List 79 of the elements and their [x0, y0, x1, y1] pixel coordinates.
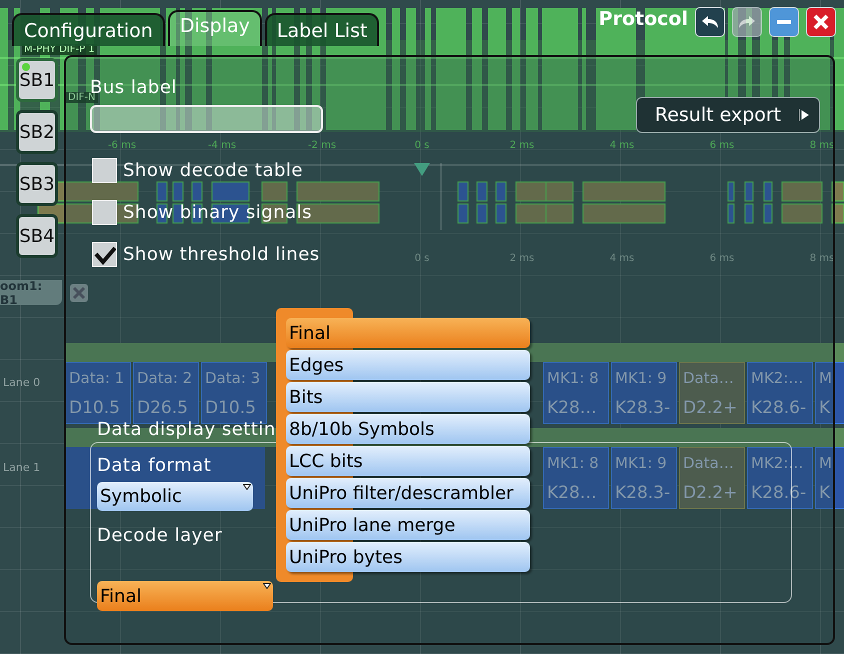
menu-item[interactable]: 8b/10b Symbols: [286, 414, 530, 444]
cell-value: K: [819, 398, 830, 418]
time-axis-label: 8 ms: [810, 253, 834, 264]
checkbox[interactable]: [92, 242, 117, 267]
cell-value: K28…: [547, 398, 597, 418]
undo-button[interactable]: [695, 7, 725, 37]
menu-item[interactable]: Edges: [286, 350, 530, 380]
cell-value: D26.5: [137, 398, 188, 418]
menu-item[interactable]: UniPro filter/descrambler: [286, 478, 530, 508]
checkbox[interactable]: [92, 158, 117, 183]
close-icon: [813, 14, 829, 30]
cell-value: K28.3-: [615, 482, 670, 502]
cell-label: MK1: 8: [547, 454, 599, 472]
decode-layer-label: Decode layer: [97, 525, 222, 546]
caret-icon: [243, 484, 251, 490]
bus-tab[interactable]: SB4: [16, 214, 58, 258]
checkbox-label[interactable]: Show binary signals: [123, 202, 312, 223]
caret-icon: [263, 583, 271, 589]
cell-label: M: [819, 368, 832, 386]
submenu-arrow-icon: [799, 109, 810, 121]
time-axis-label: 0 s: [414, 140, 430, 151]
time-axis-label: 2 ms: [510, 253, 534, 264]
menu-item[interactable]: Bits: [286, 382, 530, 412]
time-axis-label: 6 ms: [710, 140, 734, 151]
cell-value: K28.6-: [751, 398, 806, 418]
cell-value: K28.3-: [615, 398, 670, 418]
bus-tab[interactable]: SB2: [16, 110, 58, 154]
cell-label: Data: 2: [137, 368, 192, 386]
cell-value: D10.5: [69, 398, 120, 418]
tab[interactable]: Label List: [264, 13, 380, 46]
menu-item[interactable]: Final: [286, 318, 530, 348]
cell-label: Data…: [683, 454, 734, 472]
menu-item[interactable]: UniPro lane merge: [286, 510, 530, 540]
lane-label: Lane 0: [3, 376, 40, 389]
minimize-button[interactable]: [769, 7, 799, 37]
cell-label: Data: 3: [205, 368, 260, 386]
cell-label: MK1: 8: [547, 368, 599, 386]
cell-label: MK1: 9: [615, 368, 667, 386]
checkbox-label[interactable]: Show threshold lines: [123, 244, 320, 265]
cell-value: K28…: [547, 482, 597, 502]
group-title: Data display settin: [97, 419, 276, 440]
bus-tab[interactable]: SB3: [16, 162, 58, 206]
close-button[interactable]: [806, 7, 836, 37]
cell-value: D2.2+: [683, 398, 738, 418]
result-export-button[interactable]: Result export: [636, 97, 820, 133]
cell-label: M: [819, 454, 832, 472]
menu-item[interactable]: UniPro bytes: [286, 542, 530, 572]
undo-arrow-icon: [701, 15, 719, 29]
data-format-label: Data format: [97, 455, 212, 476]
cell-value: K: [819, 482, 830, 502]
menu-item[interactable]: LCC bits: [286, 446, 530, 476]
cell-label: Data…: [683, 368, 734, 386]
minimize-icon: [777, 20, 791, 24]
time-axis-label: -2 ms: [308, 140, 336, 151]
time-axis-label: 6 ms: [710, 253, 734, 264]
time-axis-label: -4 ms: [208, 140, 236, 151]
data-format-dropdown[interactable]: Symbolic: [97, 482, 253, 511]
time-axis-label: 4 ms: [610, 140, 634, 151]
time-axis-label: 8 ms: [810, 140, 834, 151]
bus-label-input[interactable]: [90, 105, 323, 133]
time-axis-label: 4 ms: [610, 253, 634, 264]
cell-label: MK1: 9: [615, 454, 667, 472]
checkbox[interactable]: [92, 200, 117, 225]
cell-label: MK2:…: [751, 368, 804, 386]
time-axis-label: 2 ms: [510, 140, 534, 151]
lane-label: Lane 1: [3, 461, 40, 474]
time-axis-label: -6 ms: [108, 140, 136, 151]
checkbox-label[interactable]: Show decode table: [123, 160, 304, 181]
close-icon[interactable]: [70, 284, 88, 302]
tab[interactable]: Configuration: [12, 13, 165, 46]
cell-value: D2.2+: [683, 482, 738, 502]
cell-value: D10.5: [205, 398, 256, 418]
channel-label: DIF-N: [66, 92, 98, 103]
cell-label: Data: 1: [69, 368, 124, 386]
decode-layer-dropdown[interactable]: Final: [97, 581, 273, 611]
window-title: Protocol: [598, 8, 688, 30]
bus-tab[interactable]: SB1: [16, 58, 58, 102]
time-axis-label: 0 s: [414, 253, 430, 264]
redo-arrow-icon: [738, 15, 756, 29]
